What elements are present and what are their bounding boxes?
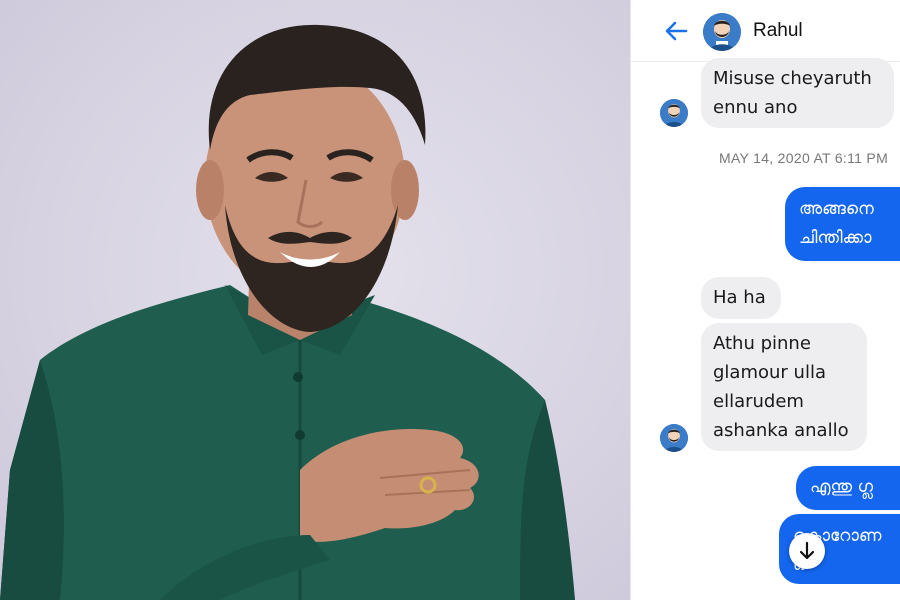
arrow-left-icon[interactable] bbox=[664, 21, 688, 41]
message-line: Athu pinne bbox=[713, 333, 811, 354]
message-line: അങ്ങനെ bbox=[799, 199, 874, 219]
scroll-to-bottom-button[interactable] bbox=[789, 533, 825, 569]
contact-name[interactable]: Rahul bbox=[753, 20, 803, 42]
message-line: എന്തു ഗ്ല bbox=[810, 477, 873, 497]
person-photo bbox=[0, 0, 630, 600]
incoming-message[interactable]: Misuse cheyaruth ennu ano bbox=[701, 58, 894, 128]
message-line: ennu ano bbox=[713, 97, 798, 118]
smiling-man-illustration bbox=[0, 24, 575, 600]
chat-header: Rahul bbox=[631, 0, 900, 62]
message-line: ashanka anallo bbox=[713, 420, 849, 441]
message-line: Ha ha bbox=[713, 287, 766, 308]
contact-avatar bbox=[660, 99, 688, 127]
outgoing-message[interactable]: അങ്ങനെ ചിന്തിക്കാ bbox=[785, 187, 900, 261]
outgoing-message[interactable]: എന്തു ഗ്ല bbox=[796, 466, 900, 510]
message-line: ellarudem bbox=[713, 391, 804, 412]
message-timestamp: MAY 14, 2020 AT 6:11 PM bbox=[719, 150, 889, 166]
contact-avatar[interactable] bbox=[703, 13, 741, 51]
message-line: glamour ulla bbox=[713, 362, 826, 383]
arrow-down-icon bbox=[799, 541, 815, 560]
message-line: Misuse cheyaruth bbox=[713, 68, 872, 89]
chat-panel: Rahul Misuse cheyaruth ennu ano MAY 14, … bbox=[630, 0, 900, 600]
contact-avatar bbox=[660, 424, 688, 452]
incoming-message[interactable]: Ha ha bbox=[701, 277, 781, 319]
message-line: ചിന്തിക്കാ bbox=[799, 228, 872, 248]
incoming-message[interactable]: Athu pinne glamour ulla ellarudem ashank… bbox=[701, 323, 867, 451]
